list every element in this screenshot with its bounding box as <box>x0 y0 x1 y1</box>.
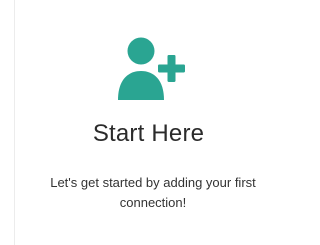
empty-state-title: Start Here <box>92 120 205 147</box>
empty-state-panel: Start Here Let's get started by adding y… <box>0 0 297 245</box>
empty-state-message: Let's get started by adding your first c… <box>50 175 256 210</box>
empty-state: Start Here Let's get started by adding y… <box>0 0 297 245</box>
add-user-icon <box>114 28 194 104</box>
